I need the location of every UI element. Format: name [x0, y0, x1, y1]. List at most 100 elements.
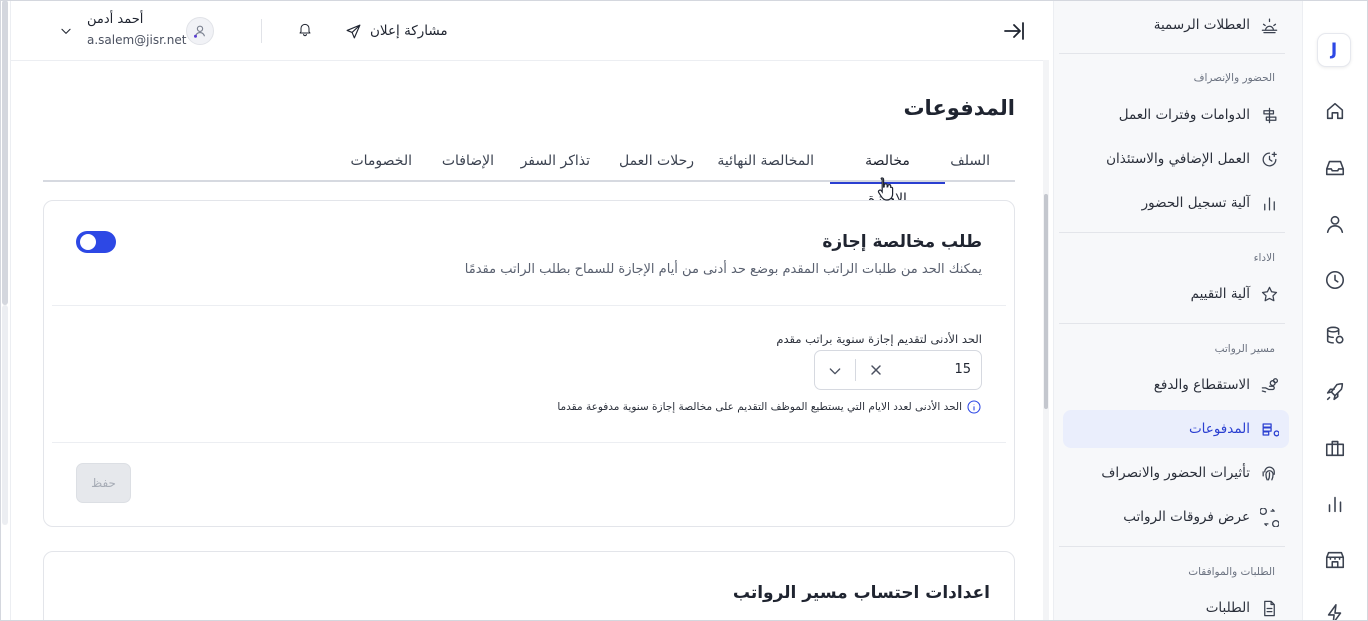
sidebar-item-shifts[interactable]: الدوامات وفترات العمل [1063, 96, 1289, 134]
rail-reports-button[interactable] [1323, 492, 1347, 516]
hand-cursor-icon [877, 177, 894, 201]
store-icon [1325, 551, 1345, 569]
sunset-icon [1259, 15, 1279, 35]
user-icon [1326, 215, 1344, 234]
sidebar-item-overtime[interactable]: العمل الإضافي والاستئذان [1063, 140, 1289, 178]
menu-divider [1059, 323, 1285, 324]
user-menu-toggle[interactable] [59, 24, 73, 38]
sidebar-item-official-holidays[interactable]: العطلات الرسمية [1063, 6, 1289, 44]
database-coin-icon [1259, 419, 1279, 439]
rail-home-button[interactable] [1323, 99, 1347, 123]
notifications-button[interactable] [295, 20, 313, 40]
rail-lightning-button[interactable] [1323, 602, 1347, 621]
chevron-down-icon [829, 368, 841, 375]
menu-divider [1059, 232, 1285, 233]
rail-launch-button[interactable] [1323, 380, 1347, 404]
sidebar-item-label: المدفوعات [1188, 421, 1250, 437]
leave-settlement-title: طلب مخالصة إجازة [822, 232, 982, 252]
sidebar-item-label: الطلبات [1205, 600, 1250, 616]
fingerprint-icon [1259, 463, 1279, 483]
section-requests: الطلبات والموافقات [1188, 566, 1275, 578]
menu-divider [1059, 53, 1285, 54]
hand-coins-icon [1259, 375, 1279, 395]
app-logo[interactable]: J [1317, 33, 1351, 67]
send-icon [346, 24, 361, 38]
user-name: أحمد أدمن [87, 12, 144, 27]
payroll-settings-title: اعدادات احتساب مسير الرواتب [732, 583, 990, 603]
save-button[interactable]: حفظ [76, 463, 131, 503]
leave-settlement-toggle[interactable] [76, 231, 116, 253]
briefcase-icon [1325, 440, 1345, 457]
leave-settlement-description: يمكنك الحد من طلبات الراتب المقدم بوضع ح… [464, 262, 982, 277]
star-icon [1259, 284, 1279, 304]
user-avatar-icon [194, 25, 206, 38]
section-payroll: مسير الرواتب [1214, 343, 1275, 355]
min-days-value: 15 [954, 362, 971, 377]
sidebar-item-label: العمل الإضافي والاستئذان [1106, 151, 1250, 167]
menu-divider [1059, 546, 1285, 547]
select-separator [855, 359, 856, 381]
section-attendance: الحضور والإنصراف [1193, 72, 1275, 84]
rail-payroll-button[interactable] [1323, 324, 1347, 348]
chevron-down-icon [61, 28, 71, 34]
sidebar-item-evaluation[interactable]: آلية التقييم [1063, 275, 1289, 313]
document-icon [1259, 598, 1279, 618]
bar-chart-icon [1259, 193, 1279, 213]
sidebar-item-label: آلية تسجيل الحضور [1141, 195, 1250, 211]
section-performance: الاداء [1253, 252, 1275, 264]
min-days-hint-text: الحد الأدنى لعدد الايام التي يستطيع المو… [557, 401, 962, 413]
collapse-sidebar-button[interactable] [1002, 19, 1026, 43]
rail-attendance-button[interactable] [1323, 268, 1347, 292]
main-scrollbar-thumb[interactable] [1044, 194, 1048, 409]
header-divider [261, 19, 262, 43]
min-days-select[interactable]: 15 [814, 350, 982, 390]
rail-inbox-button[interactable] [1323, 156, 1347, 180]
tab-business-trips[interactable]: رحلات العمل [604, 142, 709, 182]
sidebar-item-payroll-differences[interactable]: عرض فروقات الرواتب [1063, 498, 1289, 536]
tab-advances[interactable]: السلف [935, 142, 1005, 182]
left-scrollbar-thumb[interactable] [2, 0, 8, 305]
shifts-icon [1259, 105, 1279, 125]
share-announcement-label: مشاركة إعلان [370, 23, 448, 39]
card-divider [52, 305, 1006, 306]
tab-final-settlement[interactable]: المخالصة النهائية [702, 142, 829, 182]
tab-additions[interactable]: الإضافات [427, 142, 509, 182]
database-coin-icon [1326, 326, 1344, 344]
card-divider [52, 442, 1006, 443]
min-days-hint: الحد الأدنى لعدد الايام التي يستطيع المو… [557, 399, 982, 415]
inbox-icon [1325, 160, 1345, 176]
info-icon [967, 400, 981, 414]
left-scrollbar[interactable] [0, 0, 11, 621]
sidebar-item-label: الدوامات وفترات العمل [1118, 107, 1250, 123]
share-announcement-button[interactable]: مشاركة إعلان [345, 20, 448, 42]
payroll-settings-card: اعدادات احتساب مسير الرواتب [43, 551, 1015, 621]
rail-store-button[interactable] [1323, 548, 1347, 572]
min-days-label: الحد الأدنى لتقديم إجازة سنوية براتب مقد… [776, 332, 982, 346]
arrow-to-right-icon [1004, 22, 1024, 40]
clear-value-button[interactable] [868, 362, 884, 378]
sidebar-item-attendance-effects[interactable]: تأثيرات الحضور والانصراف [1063, 454, 1289, 492]
tab-deductions[interactable]: الخصومات [335, 142, 427, 182]
bell-icon [299, 23, 311, 37]
sidebar-item-payments[interactable]: المدفوعات [1063, 410, 1289, 448]
lightning-icon [1327, 604, 1342, 621]
leave-settlement-card: طلب مخالصة إجازة يمكنك الحد من طلبات الر… [43, 200, 1015, 527]
compare-arrows-icon [1259, 507, 1279, 527]
sidebar-item-label: تأثيرات الحضور والانصراف [1101, 465, 1250, 481]
left-scrollbar-track [2, 305, 8, 525]
sidebar-item-deductions[interactable]: الاستقطاع والدفع [1063, 366, 1289, 404]
tab-travel-tickets[interactable]: تذاكر السفر [506, 142, 605, 182]
sidebar-item-requests[interactable]: الطلبات [1063, 589, 1289, 621]
avatar[interactable] [186, 17, 214, 45]
close-icon [871, 365, 881, 375]
bar-chart-icon [1328, 496, 1342, 513]
sidebar-item-attendance-mechanism[interactable]: آلية تسجيل الحضور [1063, 184, 1289, 222]
settings-sidebar: العطلات الرسمية الحضور والإنصراف الدواما… [1053, 0, 1302, 621]
rail-business-button[interactable] [1323, 436, 1347, 460]
home-icon [1326, 102, 1344, 120]
user-email: a.salem@jisr.net [87, 33, 187, 47]
top-header: مشاركة إعلان أحمد أدمن a.salem@jisr.net [11, 0, 1047, 61]
icon-rail: J [1302, 0, 1368, 621]
rail-employees-button[interactable] [1323, 212, 1347, 236]
select-dropdown-button[interactable] [827, 363, 843, 379]
